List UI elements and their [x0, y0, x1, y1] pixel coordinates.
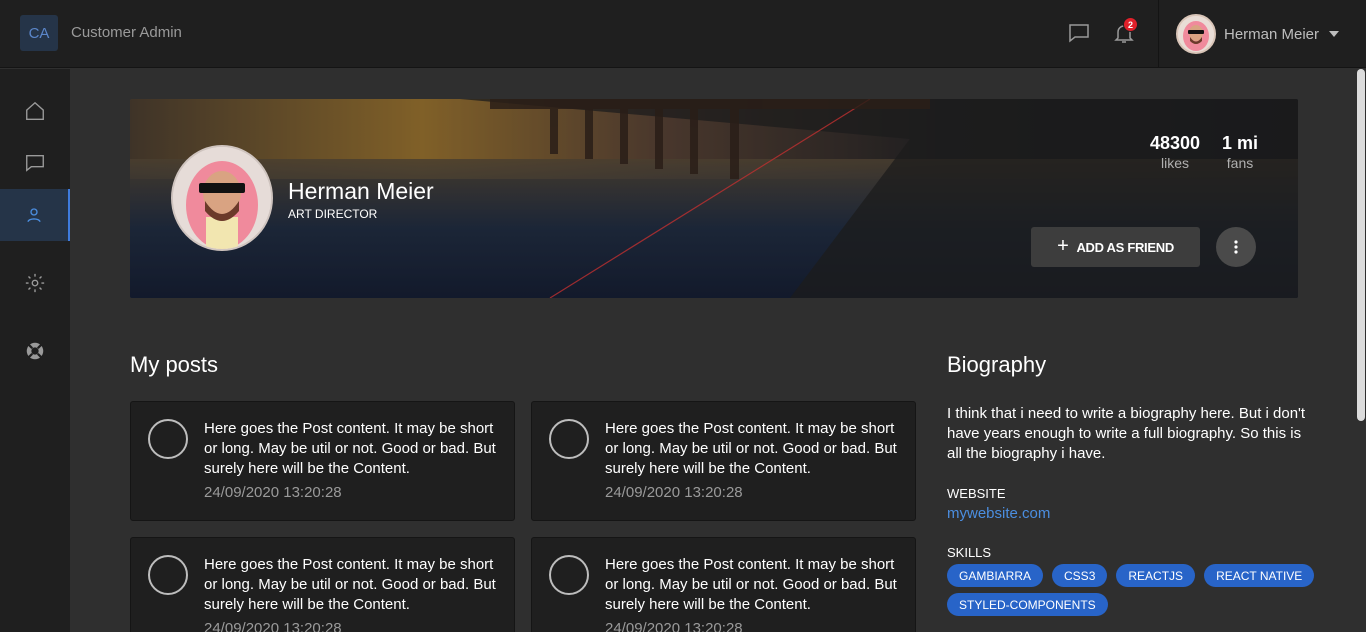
stat-value: 1 mi	[1222, 133, 1259, 153]
chat-icon	[26, 154, 44, 172]
post-content: Here goes the Post content. It may be sh…	[204, 420, 496, 477]
avatar	[1176, 14, 1216, 54]
profile-role: ART DIRECTOR	[288, 207, 378, 221]
lifebuoy-icon	[26, 342, 44, 360]
more-options-button[interactable]	[1216, 227, 1256, 267]
chevron-down-icon[interactable]	[1329, 31, 1340, 37]
top-bar: CA Customer Admin 2 Herman Meier	[0, 0, 1366, 68]
skills-list: GAMBIARRA CSS3 REACTJS REACT NATIVE STYL…	[947, 564, 1317, 616]
user-menu[interactable]: Herman Meier	[1176, 13, 1340, 55]
post-avatar	[549, 419, 589, 459]
skill-tag[interactable]: STYLED-COMPONENTS	[947, 593, 1108, 616]
sidebar	[0, 69, 70, 632]
post-card[interactable]: Here goes the Post content. It may be sh…	[130, 401, 515, 521]
add-friend-label: ADD AS FRIEND	[1076, 239, 1174, 255]
skill-tag[interactable]: REACT NATIVE	[1204, 564, 1315, 587]
skill-tag[interactable]: GAMBIARRA	[947, 564, 1044, 587]
stat-likes: 48300 likes	[1150, 133, 1200, 171]
gear-icon	[25, 273, 45, 293]
home-icon	[26, 101, 44, 120]
post-date: 24/09/2020 13:20:28	[605, 484, 743, 501]
app-logo[interactable]: CA	[20, 15, 58, 51]
sidebar-item-settings[interactable]	[0, 257, 70, 309]
sidebar-item-support[interactable]	[0, 325, 70, 377]
posts-title: My posts	[130, 352, 219, 377]
more-vertical-icon	[1234, 240, 1238, 254]
notification-badge: 2	[1123, 17, 1138, 32]
add-friend-button[interactable]: + ADD AS FRIEND	[1031, 227, 1200, 267]
skill-tag[interactable]: CSS3	[1052, 564, 1108, 587]
post-date: 24/09/2020 13:20:28	[204, 620, 342, 632]
stat-fans: 1 mi fans	[1222, 133, 1258, 171]
post-content: Here goes the Post content. It may be sh…	[605, 556, 897, 613]
website-link[interactable]: mywebsite.com	[947, 505, 1050, 522]
skill-tag[interactable]: REACTJS	[1116, 564, 1196, 587]
post-avatar	[549, 555, 589, 595]
profile-avatar[interactable]	[171, 145, 273, 251]
post-card[interactable]: Here goes the Post content. It may be sh…	[130, 537, 515, 632]
sidebar-item-profile[interactable]	[0, 189, 70, 241]
post-avatar	[148, 555, 188, 595]
app-title: Customer Admin	[71, 24, 182, 41]
post-card[interactable]: Here goes the Post content. It may be sh…	[531, 401, 916, 521]
profile-name: Herman Meier	[288, 178, 434, 204]
profile-banner: Herman Meier ART DIRECTOR 48300 likes 1 …	[130, 99, 1298, 298]
stat-label: likes	[1161, 155, 1190, 171]
post-content: Here goes the Post content. It may be sh…	[204, 556, 496, 613]
post-card[interactable]: Here goes the Post content. It may be sh…	[531, 537, 916, 632]
user-name: Herman Meier	[1224, 25, 1320, 43]
post-date: 24/09/2020 13:20:28	[605, 620, 743, 632]
divider	[1158, 0, 1159, 68]
chat-icon[interactable]	[1066, 20, 1092, 46]
post-date: 24/09/2020 13:20:28	[204, 484, 342, 501]
post-avatar	[148, 419, 188, 459]
sidebar-item-home[interactable]	[0, 85, 70, 137]
user-icon	[27, 208, 41, 223]
skills-label: SKILLS	[947, 545, 992, 560]
biography-title: Biography	[947, 352, 1047, 377]
stat-value: 48300	[1150, 133, 1201, 153]
biography-text: I think that i need to write a biography…	[947, 405, 1306, 462]
sidebar-item-messages[interactable]	[0, 137, 70, 189]
website-label: WEBSITE	[947, 486, 1006, 501]
stat-label: fans	[1226, 155, 1254, 171]
plus-icon: +	[1057, 234, 1069, 257]
scrollbar[interactable]	[1357, 69, 1365, 421]
post-content: Here goes the Post content. It may be sh…	[605, 420, 897, 477]
